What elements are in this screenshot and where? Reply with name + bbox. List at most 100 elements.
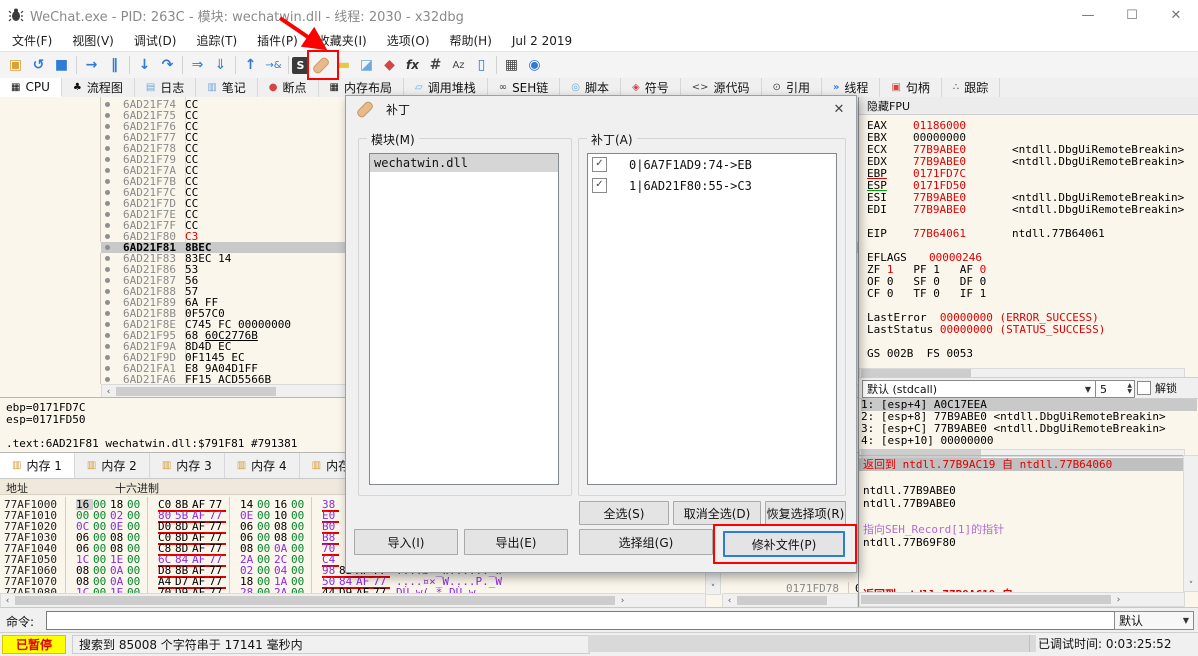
scroll-left-icon[interactable]: ‹ xyxy=(723,596,736,606)
toolbar-icon[interactable]: ◆ xyxy=(378,54,401,76)
patch-checkbox[interactable]: ✓ xyxy=(592,157,607,172)
stack-info-panel[interactable]: 返回到 ntdll.77B9AC19 自 ntdll.77B64060 ntdll… xyxy=(859,455,1198,610)
scroll-down-icon[interactable]: ˅ xyxy=(1184,581,1198,591)
toolbar-icon[interactable]: # xyxy=(424,54,447,76)
scroll-right-icon[interactable]: › xyxy=(1112,595,1125,605)
main-tab[interactable]: ● 断点 xyxy=(258,78,319,97)
dialog-close-icon[interactable]: ✕ xyxy=(830,100,848,118)
patch-dialog-titlebar[interactable]: 补丁 xyxy=(346,96,856,122)
menu-item[interactable]: 选项(O) xyxy=(377,30,440,51)
select-all-button[interactable]: 全选(S) xyxy=(579,501,669,525)
main-tab[interactable]: ∴ 跟踪 xyxy=(942,78,1001,97)
tab-icon: ∴ xyxy=(952,82,960,93)
toolbar-icon[interactable]: ◪ xyxy=(355,54,378,76)
spinner-arrows-icon[interactable]: ▲ ▼ xyxy=(1127,383,1134,395)
menu-item[interactable]: 文件(F) xyxy=(2,30,62,51)
toolbar-icon[interactable] xyxy=(73,54,80,76)
deselect-all-button[interactable]: 取消全选(D) xyxy=(673,501,761,525)
toolbar-icon[interactable] xyxy=(493,54,500,76)
main-tab[interactable]: ▥ 笔记 xyxy=(196,78,258,97)
main-tab[interactable]: ♣ 流程图 xyxy=(62,78,135,97)
maximize-button[interactable]: ☐ xyxy=(1110,0,1154,30)
pick-groups-button[interactable]: 选择组(G) xyxy=(579,529,713,555)
hide-fpu-button[interactable]: 隐藏FPU xyxy=(859,97,1198,115)
arguments-list[interactable]: 1: [esp+4] A0C17EEA 2: [esp+8] 77B9ABE0 <… xyxy=(861,399,1197,447)
dump-tab[interactable]: ▥ 内存 4 xyxy=(225,453,300,478)
toolbar-icon[interactable]: ▯ xyxy=(470,54,493,76)
debug-time: 已调试时间: 0:03:25:52 xyxy=(1029,635,1196,652)
scroll-left-icon[interactable]: ‹ xyxy=(1,596,14,606)
toolbar-icon[interactable]: ■ xyxy=(50,54,73,76)
restore-selection-button[interactable]: 恢复选择项(R) xyxy=(765,501,846,525)
menu-item[interactable]: 帮助(H) xyxy=(440,30,502,51)
dump-tab[interactable]: ▥ 内存 1 xyxy=(0,453,75,478)
scroll-thumb[interactable] xyxy=(15,596,615,605)
dump-icon: ▥ xyxy=(311,460,322,471)
info-vscrollbar[interactable]: ˅ xyxy=(1183,455,1198,592)
toolbar-icon[interactable]: ⇒ xyxy=(186,54,209,76)
scroll-down-icon[interactable]: ˅ xyxy=(706,584,720,594)
module-list-item[interactable]: wechatwin.dll xyxy=(370,154,558,172)
calling-convention-select[interactable]: 默认 (stdcall) ▼ xyxy=(862,380,1096,398)
toolbar-icon[interactable]: Az xyxy=(447,54,470,76)
command-profile-select[interactable]: 默认 ▼ xyxy=(1114,611,1194,630)
dump-hscrollbar[interactable]: ‹ › xyxy=(0,593,706,608)
debug-time-value: 0:03:25:52 xyxy=(1105,636,1172,651)
minimize-button[interactable]: — xyxy=(1066,0,1110,30)
dump-tab[interactable]: ▥ 内存 3 xyxy=(150,453,225,478)
tab-icon: ◎ xyxy=(571,82,581,93)
toolbar-icon[interactable]: ▦ xyxy=(500,54,523,76)
toolbar-icon[interactable]: ▣ xyxy=(4,54,27,76)
unlock-checkbox[interactable] xyxy=(1137,381,1151,395)
main-tab[interactable]: ▦ CPU xyxy=(0,78,62,97)
scroll-right-icon[interactable]: › xyxy=(616,596,629,606)
import-button[interactable]: 导入(I) xyxy=(354,529,458,555)
main-tab[interactable]: ▣ 句柄 xyxy=(880,78,942,97)
toolbar-icon[interactable]: → xyxy=(80,54,103,76)
scroll-thumb[interactable] xyxy=(116,387,276,396)
toolbar-icon[interactable] xyxy=(126,54,133,76)
info-hscrollbar[interactable]: › xyxy=(859,592,1185,607)
toolbar-icon[interactable] xyxy=(179,54,186,76)
patch-checkbox[interactable]: ✓ xyxy=(592,178,607,193)
patch-dialog-title: 补丁 xyxy=(386,102,411,117)
command-input[interactable] xyxy=(46,611,1124,630)
toolbar-icon[interactable]: ⇓ xyxy=(209,54,232,76)
scroll-left-icon[interactable]: ‹ xyxy=(102,387,115,397)
patches-list[interactable]: ✓ 0|6A7F1AD9:74->EB ✓ 1|6AD21F80:55->C3 xyxy=(587,153,837,485)
modules-list[interactable]: wechatwin.dll xyxy=(369,153,559,485)
unlock-checkbox-group[interactable]: 解锁 xyxy=(1137,380,1177,396)
calling-convention-bar: 默认 (stdcall) ▼ 5 ▲ ▼ 解锁 xyxy=(859,377,1198,399)
menu-item[interactable]: 追踪(T) xyxy=(186,30,247,51)
tab-label: 脚本 xyxy=(585,81,610,95)
toolbar-icon[interactable]: fx xyxy=(401,54,424,76)
dump-tab-label: 内存 3 xyxy=(176,459,212,473)
patch-list-item[interactable]: ✓ 1|6AD21F80:55->C3 xyxy=(588,175,836,196)
argument-count-stepper[interactable]: 5 ▲ ▼ xyxy=(1095,380,1135,398)
registers-panel[interactable]: 隐藏FPU EAX 01186000 EBX 00000000 ECX 77B9ABE0 <… xyxy=(858,97,1198,607)
main-tab[interactable]: ▤ 日志 xyxy=(135,78,197,97)
toolbar-icon[interactable]: ‖ xyxy=(103,54,126,76)
toolbar-icon[interactable]: ◉ xyxy=(523,54,546,76)
menu-item[interactable]: 调试(D) xyxy=(124,30,187,51)
register-list[interactable]: EAX 01186000 EBX 00000000 ECX 77B9ABE0 <ntdll.… xyxy=(867,120,1197,360)
export-button[interactable]: 导出(E) xyxy=(464,529,568,555)
tab-icon: ▥ xyxy=(207,82,217,93)
patch-list-item[interactable]: ✓ 0|6A7F1AD9:74->EB xyxy=(588,154,836,175)
toolbar-icon[interactable]: ↺ xyxy=(27,54,50,76)
stack-row[interactable]: 0171FD7800000000 xyxy=(722,572,908,595)
patch-icon xyxy=(356,105,374,114)
scroll-thumb[interactable] xyxy=(737,596,827,605)
register-row: LastStatus 00000000 (STATUS_SUCCESS) xyxy=(867,323,1106,336)
dump-tab[interactable]: ▥ 内存 2 xyxy=(75,453,150,478)
menu-item[interactable]: Jul 2 2019 xyxy=(502,32,582,50)
toolbar-icon[interactable]: ↷ xyxy=(156,54,179,76)
stack-hscrollbar[interactable]: ‹ xyxy=(722,593,858,608)
toolbar-icon[interactable]: ↑ xyxy=(239,54,262,76)
close-button[interactable]: ✕ xyxy=(1154,0,1198,30)
toolbar-icon[interactable] xyxy=(232,54,239,76)
scroll-thumb[interactable] xyxy=(861,595,1111,604)
tab-label: 日志 xyxy=(160,81,185,95)
menu-item[interactable]: 视图(V) xyxy=(62,30,124,51)
toolbar-icon[interactable]: ↓ xyxy=(133,54,156,76)
